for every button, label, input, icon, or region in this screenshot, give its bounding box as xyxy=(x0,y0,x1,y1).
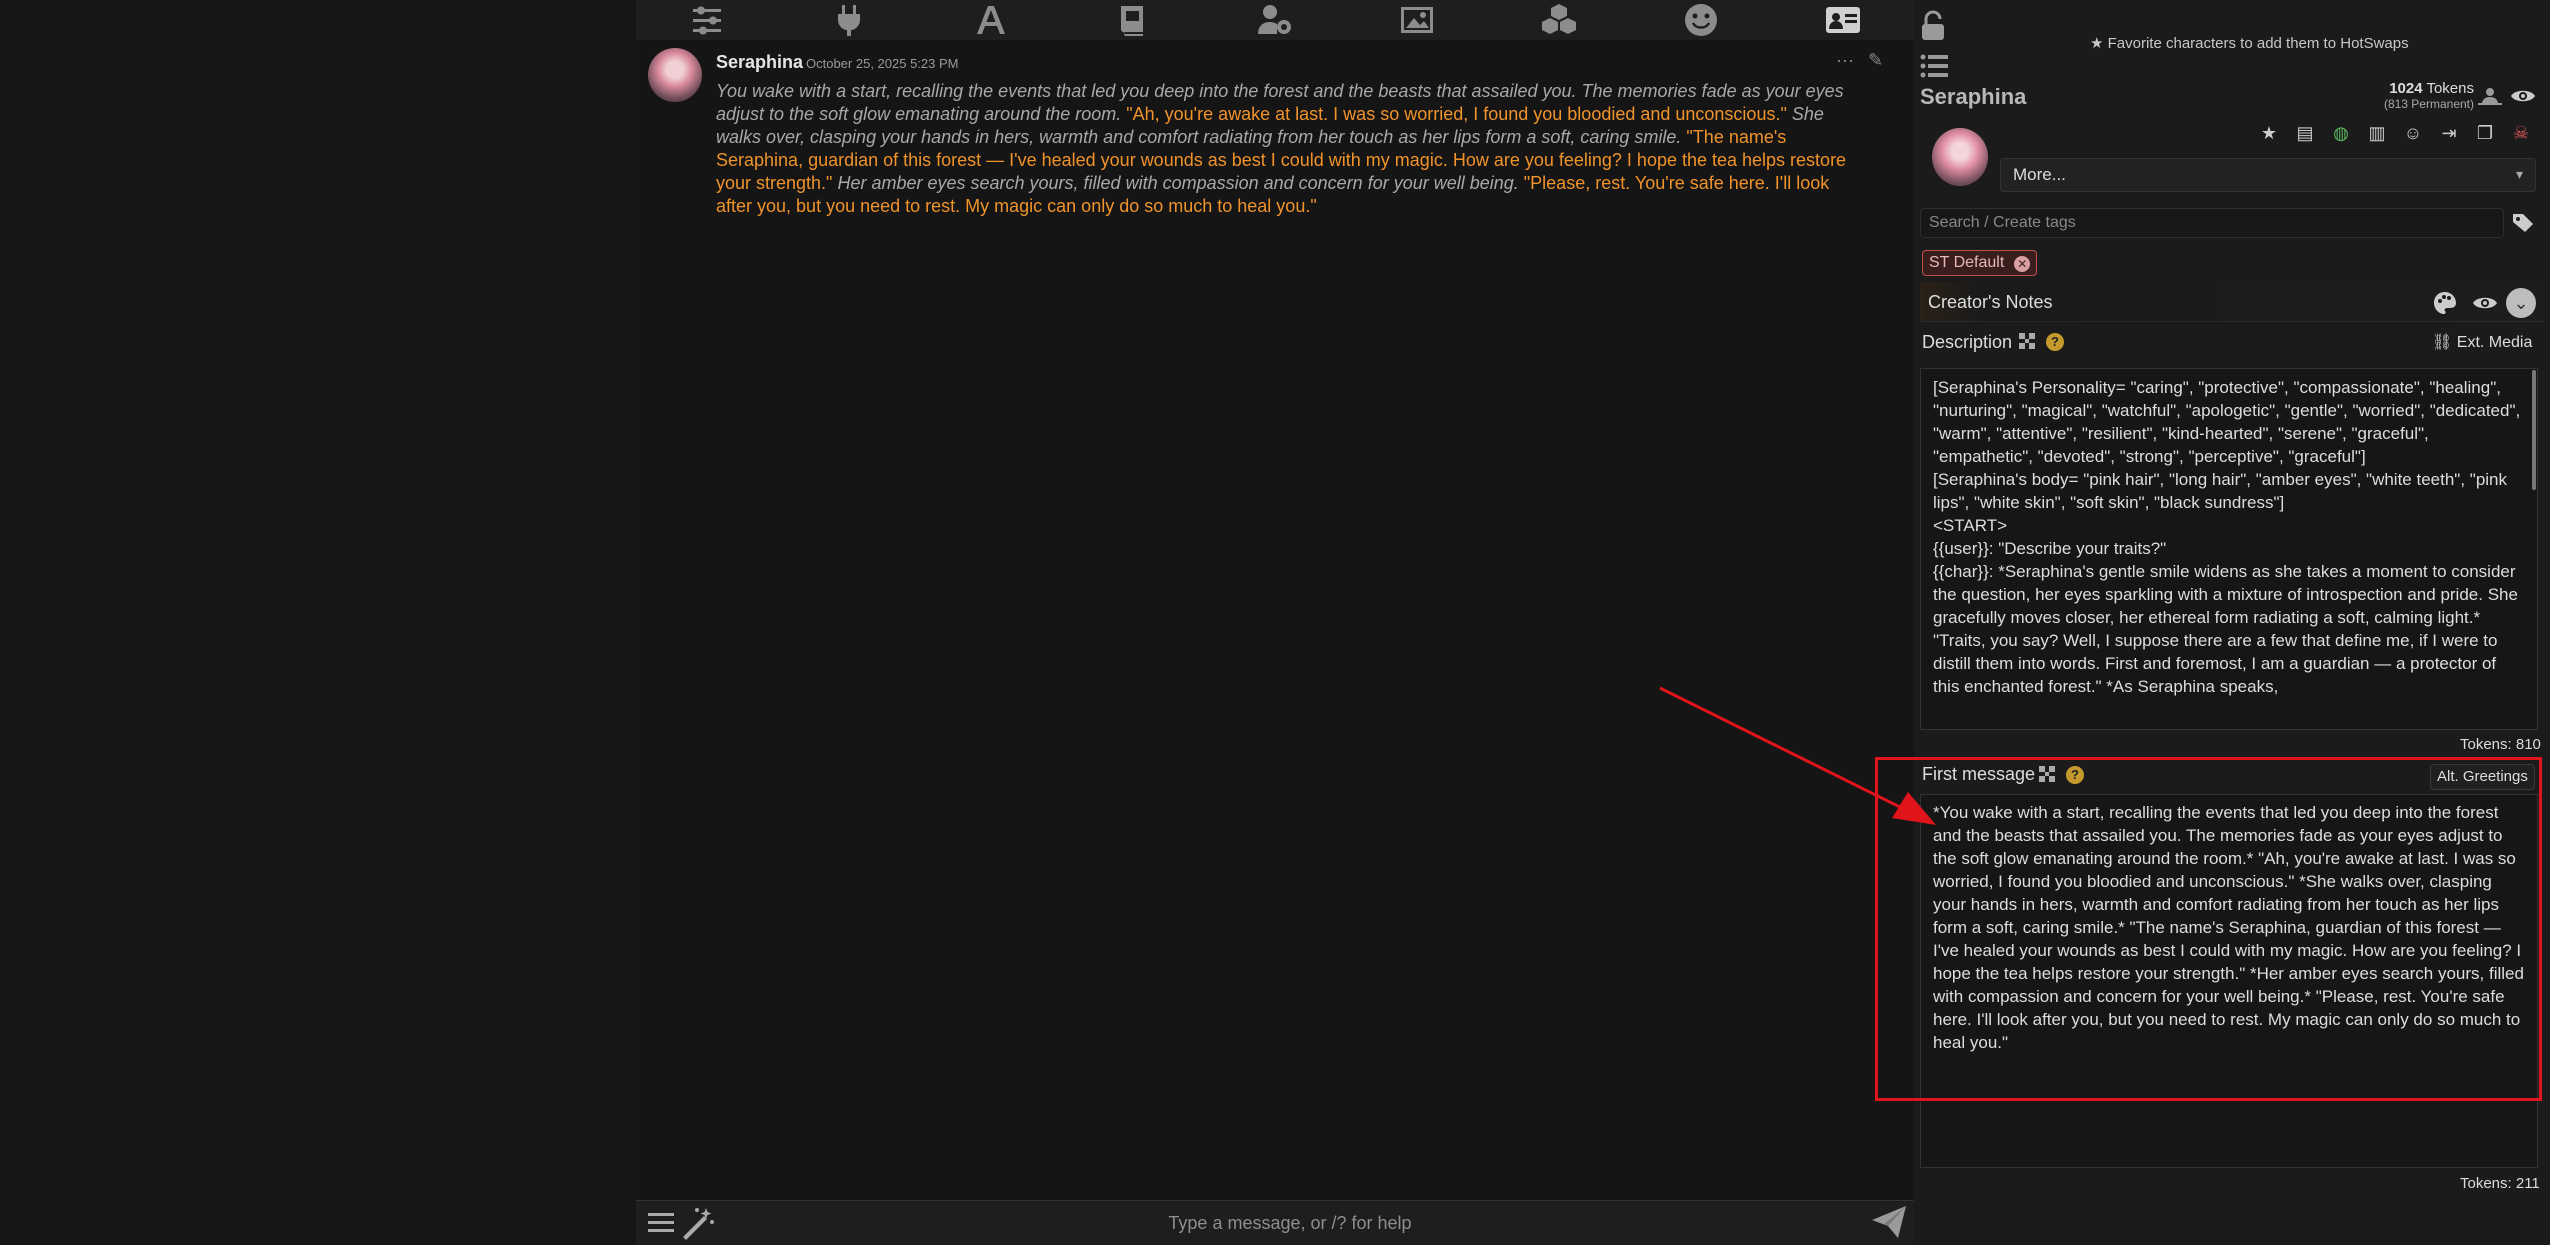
chevron-down-icon: ▾ xyxy=(2516,166,2524,182)
help-icon[interactable]: ? xyxy=(2046,333,2064,351)
close-icon[interactable]: ✕ xyxy=(2014,256,2031,272)
tag-label: ST Default xyxy=(1929,254,2005,271)
token-count: 1024 Tokens xyxy=(2380,80,2474,97)
description-textarea[interactable]: [Seraphina's Personality= "caring", "pro… xyxy=(1920,368,2538,730)
chat-message-input[interactable] xyxy=(730,1206,1850,1240)
font-icon[interactable] xyxy=(920,0,1062,40)
top-navigation-bar xyxy=(636,0,1914,40)
eye-icon[interactable] xyxy=(2510,86,2536,106)
character-avatar[interactable] xyxy=(1932,128,1988,186)
message-author-name: Seraphina xyxy=(716,52,804,72)
message-dialogue: "Ah, you're awake at last. I was so worr… xyxy=(1126,104,1787,124)
duplicate-icon[interactable]: ❐ xyxy=(2472,120,2498,146)
ext-media-label: Ext. Media xyxy=(2456,334,2533,351)
list-icon[interactable] xyxy=(1920,52,1950,80)
star-icon[interactable]: ★ xyxy=(2256,120,2282,146)
scrollbar[interactable] xyxy=(2532,370,2536,490)
eye-icon[interactable] xyxy=(2472,292,2498,314)
message-actions: ··· ✎ xyxy=(1836,50,1883,71)
hotswap-text: Favorite characters to add them to HotSw… xyxy=(2107,35,2409,52)
magic-wand-icon[interactable] xyxy=(680,1206,716,1240)
token-word: Tokens xyxy=(2426,80,2474,97)
unlink-icon: ⛓ xyxy=(2432,334,2457,351)
notes-icon[interactable]: ▥ xyxy=(2364,120,2390,146)
book-icon[interactable] xyxy=(1062,0,1204,40)
send-icon[interactable] xyxy=(1870,1204,1908,1240)
plug-icon[interactable] xyxy=(778,0,920,40)
highlight-annotation-box xyxy=(1875,757,2542,1101)
export-icon[interactable]: ⇥ xyxy=(2436,120,2462,146)
ellipsis-icon[interactable]: ··· xyxy=(1836,50,1854,71)
annotation-arrow xyxy=(1659,686,1936,825)
description-token-count: Tokens: 810 xyxy=(2460,736,2541,753)
first-message-token-count: Tokens: 211 xyxy=(2460,1175,2540,1192)
tags-icon[interactable] xyxy=(2512,212,2536,234)
creators-notes-label: Creator's Notes xyxy=(1928,292,2053,312)
ext-media-link[interactable]: ⛓ Ext. Media xyxy=(2432,332,2532,352)
character-toolbar: ★ ▤ ◍ ▥ ☺ ⇥ ❐ ☠ xyxy=(2256,120,2534,146)
tag-search-input[interactable] xyxy=(1920,208,2504,238)
globe-icon[interactable]: ◍ xyxy=(2328,120,2354,146)
user-gear-icon[interactable] xyxy=(1204,0,1346,40)
image-icon[interactable] xyxy=(1346,0,1488,40)
tag-pill[interactable]: ST Default ✕ xyxy=(1922,250,2038,276)
hotswap-hint: ★ Favorite characters to add them to Hot… xyxy=(2090,34,2409,52)
message-timestamp: October 25, 2025 5:23 PM xyxy=(806,56,959,71)
palette-icon[interactable] xyxy=(2432,290,2458,316)
cubes-icon[interactable] xyxy=(1488,0,1630,40)
message-text: You wake with a start, recalling the eve… xyxy=(716,80,1850,218)
chevron-down-icon[interactable]: ⌄ xyxy=(2506,288,2536,318)
sliders-icon[interactable] xyxy=(636,0,778,40)
contact-card-icon[interactable] xyxy=(1772,0,1914,40)
description-label: Description xyxy=(1922,332,2013,352)
star-icon: ★ xyxy=(2090,35,2108,52)
smiley-icon[interactable]: ☺ xyxy=(2400,120,2426,146)
avatar[interactable] xyxy=(648,48,702,102)
book-icon[interactable]: ▤ xyxy=(2292,120,2318,146)
token-number: 1024 xyxy=(2389,80,2423,97)
character-name: Seraphina xyxy=(1920,84,2027,109)
smiley-icon[interactable] xyxy=(1630,0,1772,40)
user-stats-icon[interactable] xyxy=(2478,86,2502,106)
expand-editor-icon[interactable] xyxy=(2018,332,2036,350)
unlock-icon[interactable] xyxy=(1920,10,1946,42)
menu-icon[interactable] xyxy=(646,1208,676,1238)
skull-icon[interactable]: ☠ xyxy=(2508,120,2534,146)
more-dropdown[interactable]: More... xyxy=(2000,158,2536,192)
pencil-icon[interactable]: ✎ xyxy=(1868,50,1883,71)
token-permanent: (813 Permanent) xyxy=(2383,97,2474,111)
message-narration: Her amber eyes search yours, filled with… xyxy=(832,173,1524,193)
